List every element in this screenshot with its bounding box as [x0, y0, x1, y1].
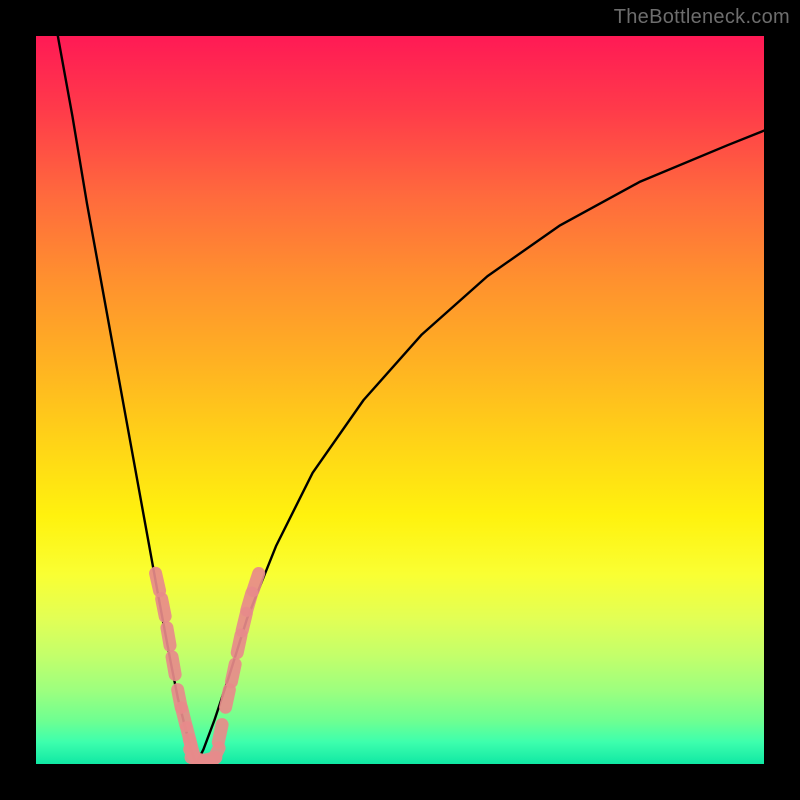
highlight-marker [226, 690, 230, 708]
chart-svg [36, 36, 764, 764]
highlight-marker [167, 628, 170, 646]
highlight-marker [156, 573, 160, 591]
watermark-text: TheBottleneck.com [614, 6, 790, 29]
series-right-branch [196, 131, 764, 764]
plot-area [36, 36, 764, 764]
highlight-marker [211, 748, 219, 764]
highlight-marker [172, 657, 175, 675]
highlight-marker [237, 635, 241, 653]
highlight-marker [253, 573, 259, 590]
chart-frame: TheBottleneck.com [0, 0, 800, 800]
highlight-marker [218, 725, 222, 743]
highlight-marker [162, 599, 166, 617]
marker-layer [156, 573, 259, 764]
highlight-marker [231, 664, 235, 682]
curve-layer [58, 36, 764, 764]
